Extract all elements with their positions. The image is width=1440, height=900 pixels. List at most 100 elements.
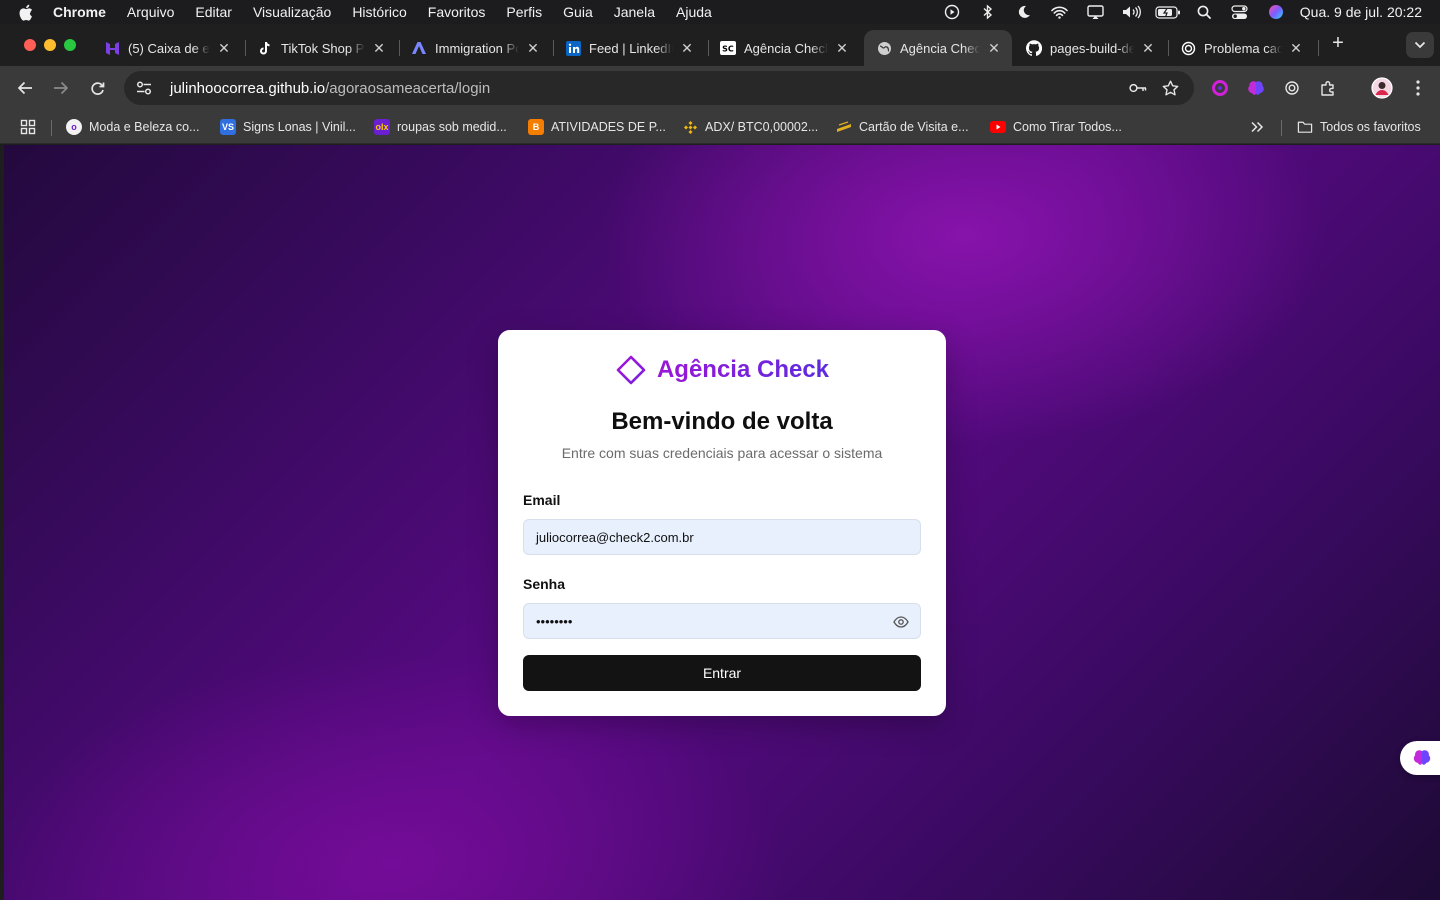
menu-editar[interactable]: Editar — [195, 4, 232, 20]
wifi-icon[interactable] — [1042, 6, 1078, 19]
email-label: Email — [523, 492, 561, 508]
password-value: •••••••• — [536, 613, 573, 629]
menu-visualizacao[interactable]: Visualização — [253, 4, 331, 20]
linkedin-icon — [565, 40, 581, 56]
url-host: julinhoocorrea.github.io — [170, 79, 326, 97]
floating-extension-widget[interactable] — [1400, 741, 1440, 775]
extension-brain-icon[interactable] — [1245, 77, 1267, 99]
control-center-icon[interactable] — [1222, 4, 1258, 20]
reload-button[interactable] — [87, 78, 107, 98]
volume-icon[interactable] — [1114, 5, 1150, 19]
immigration-icon — [411, 40, 427, 56]
site-settings-icon[interactable] — [134, 78, 154, 98]
bookmark-label: ADX/ BTC0,00002... — [705, 120, 819, 134]
bookmark-cartao-de-visita[interactable]: Cartão de Visita e... — [836, 117, 969, 137]
close-icon[interactable]: ✕ — [834, 40, 850, 56]
bookmark-label: Signs Lonas | Vinil... — [243, 120, 356, 134]
spotlight-search-icon[interactable] — [1186, 5, 1222, 19]
extension-ring-icon[interactable] — [1209, 77, 1231, 99]
tab-tiktok-shop[interactable]: TikTok Shop Partner ✕ — [245, 30, 397, 66]
profile-avatar-icon[interactable] — [1370, 76, 1394, 100]
menu-guia[interactable]: Guia — [563, 4, 593, 20]
menu-janela[interactable]: Janela — [614, 4, 655, 20]
arrow-left-icon — [17, 81, 32, 95]
menu-historico[interactable]: Histórico — [352, 4, 406, 20]
url-path: /agoraosameacerta/login — [325, 79, 491, 97]
bookmark-como-tirar[interactable]: Como Tirar Todos... — [990, 117, 1122, 137]
hostinger-icon — [104, 40, 120, 56]
tab-pages-build-deployment[interactable]: pages-build-deployment ✕ — [1014, 30, 1166, 66]
email-value: juliocorrea@check2.com.br — [536, 529, 694, 545]
bookmark-moda-beleza[interactable]: o Moda e Beleza co... — [66, 117, 199, 137]
tab-search-button[interactable] — [1406, 32, 1434, 58]
tab-agencia-check-active[interactable]: Agência Check ✕ — [864, 30, 1012, 66]
bookmark-atividades[interactable]: B ATIVIDADES DE P... — [528, 117, 666, 137]
play-status-icon[interactable] — [934, 4, 970, 20]
login-submit-button[interactable]: Entrar — [523, 655, 921, 691]
minimize-window-button[interactable] — [44, 39, 56, 51]
openai-icon — [1180, 40, 1196, 56]
bookmarks-separator — [1281, 120, 1282, 136]
close-icon[interactable]: ✕ — [1288, 40, 1304, 56]
menubar-clock[interactable]: Qua. 9 de jul. 20:22 — [1300, 4, 1422, 20]
bookmark-label: Como Tirar Todos... — [1013, 120, 1122, 134]
bookmark-star-icon[interactable] — [1160, 78, 1180, 98]
address-bar[interactable]: julinhoocorrea.github.io/agoraosameacert… — [124, 71, 1194, 105]
bookmarks-overflow-icon[interactable] — [1250, 117, 1264, 137]
apps-grid-icon[interactable] — [20, 117, 36, 137]
binance-icon — [682, 119, 698, 135]
github-icon — [1026, 40, 1042, 56]
tab-title: pages-build-deployment — [1050, 40, 1134, 56]
bookmark-roupas-sob-medida[interactable]: olx roupas sob medid... — [374, 117, 507, 137]
close-icon[interactable]: ✕ — [1140, 40, 1156, 56]
password-key-icon[interactable] — [1128, 78, 1148, 98]
youtube-icon — [990, 119, 1006, 135]
email-field[interactable]: juliocorrea@check2.com.br — [523, 519, 921, 555]
olx-icon: olx — [374, 119, 390, 135]
forward-button[interactable] — [51, 78, 71, 98]
menu-arquivo[interactable]: Arquivo — [127, 4, 174, 20]
password-field[interactable]: •••••••• — [523, 603, 921, 639]
close-icon[interactable]: ✕ — [525, 40, 541, 56]
all-bookmarks-button[interactable]: Todos os favoritos — [1297, 117, 1421, 137]
show-password-eye-icon[interactable] — [892, 613, 910, 631]
agency-icon: SC — [720, 40, 736, 56]
window-controls — [24, 39, 76, 51]
close-window-button[interactable] — [24, 39, 36, 51]
menu-app-chrome[interactable]: Chrome — [53, 4, 106, 20]
battery-icon[interactable] — [1150, 5, 1186, 19]
tab-immigration-portal[interactable]: Immigration Portal ✕ — [399, 30, 551, 66]
tab-title: Agência Check — [900, 40, 980, 56]
brand-name: Agência Check — [656, 356, 830, 383]
svg-text:SC: SC — [722, 45, 734, 54]
tab-title: Problema cache — [1204, 40, 1282, 56]
more-menu-icon[interactable] — [1407, 77, 1429, 99]
vs-icon: VS — [220, 119, 236, 135]
screen-mirroring-icon[interactable] — [1078, 4, 1114, 20]
bookmarks-bar: o Moda e Beleza co... VS Signs Lonas | V… — [0, 110, 1440, 144]
apple-icon[interactable] — [18, 4, 36, 21]
new-tab-button[interactable]: + — [1327, 32, 1349, 54]
moon-icon[interactable] — [1006, 5, 1042, 19]
siri-icon[interactable] — [1258, 4, 1294, 20]
tab-problema-cache[interactable]: Problema cache ✕ — [1168, 30, 1314, 66]
menu-favoritos[interactable]: Favoritos — [428, 4, 486, 20]
close-icon[interactable]: ✕ — [216, 40, 232, 56]
bluetooth-icon[interactable] — [970, 4, 1006, 20]
extension-chatgpt-icon[interactable] — [1281, 77, 1303, 99]
tab-caixa-de-entrada[interactable]: (5) Caixa de entrada ✕ — [92, 30, 242, 66]
browser-toolbar: julinhoocorrea.github.io/agoraosameacert… — [0, 66, 1440, 110]
bookmark-signs-lonas[interactable]: VS Signs Lonas | Vinil... — [220, 117, 356, 137]
back-button[interactable] — [15, 78, 35, 98]
tab-linkedin-feed[interactable]: Feed | LinkedIn ✕ — [553, 30, 705, 66]
bookmark-label: roupas sob medid... — [397, 120, 507, 134]
bookmark-adx-btc[interactable]: ADX/ BTC0,00002... — [682, 117, 818, 137]
menu-perfis[interactable]: Perfis — [506, 4, 542, 20]
zoom-window-button[interactable] — [64, 39, 76, 51]
close-icon[interactable]: ✕ — [679, 40, 695, 56]
menu-ajuda[interactable]: Ajuda — [676, 4, 712, 20]
close-icon[interactable]: ✕ — [986, 40, 1002, 56]
extensions-puzzle-icon[interactable] — [1317, 77, 1339, 99]
close-icon[interactable]: ✕ — [371, 40, 387, 56]
tab-agencia-check-1[interactable]: SC Agência Check ✕ — [708, 30, 860, 66]
